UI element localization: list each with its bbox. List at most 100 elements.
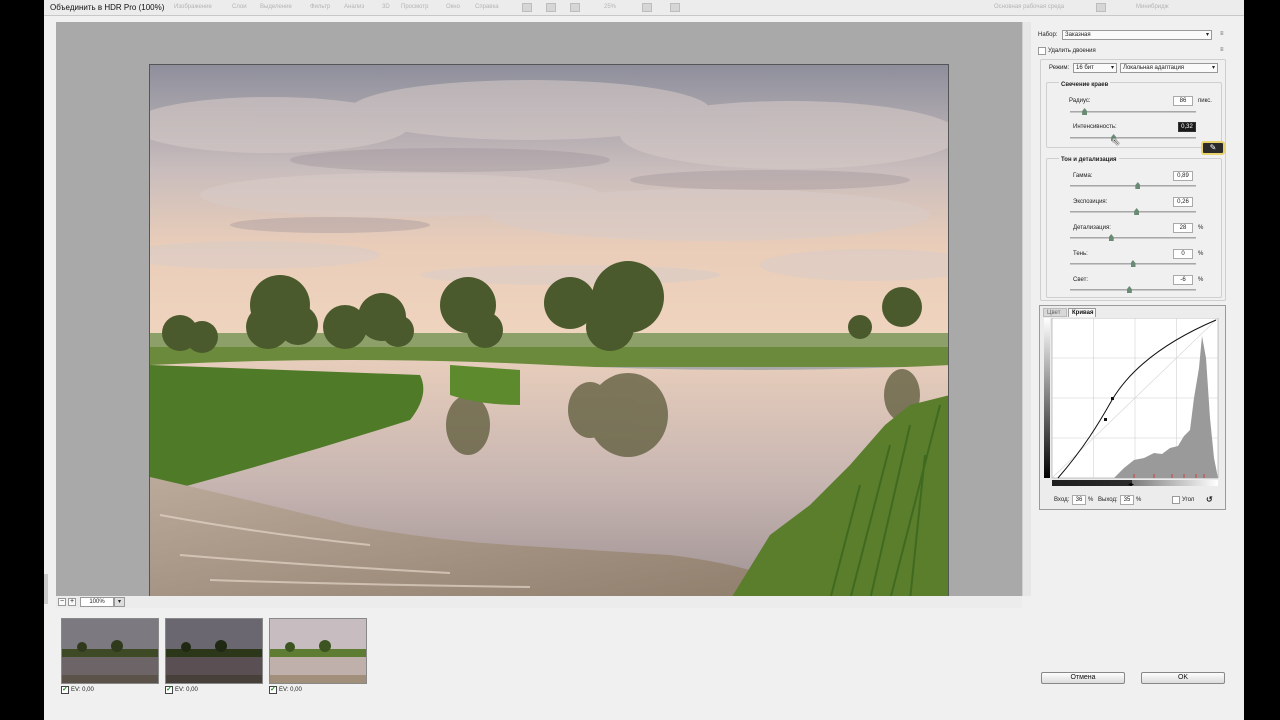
slider-track (1070, 237, 1196, 239)
gamma-slider[interactable] (1070, 182, 1196, 189)
curve-input-label: Вход: (1054, 497, 1070, 503)
ev-label: EV: 0,00 (71, 687, 94, 693)
curve-graph[interactable]: ◂▸ (1044, 318, 1222, 488)
detail-label: Детализация: (1073, 225, 1111, 231)
exposure-slider[interactable] (1070, 208, 1196, 215)
curve-output-label: Выход: (1098, 497, 1118, 503)
ev-label: EV: 0,00 (279, 687, 302, 693)
preview-vertical-scrollbar[interactable] (1022, 22, 1031, 596)
shadow-field[interactable]: 0 (1173, 249, 1193, 259)
options-menu-icon[interactable]: ≡ (1220, 47, 1224, 53)
tab-color[interactable]: Цвет (1043, 308, 1067, 317)
ev-row: ✓ EV: 0,00 (165, 686, 198, 694)
zoom-out-button[interactable]: − (58, 598, 66, 606)
curve-input-unit: % (1088, 497, 1094, 503)
shadow-slider[interactable] (1070, 260, 1196, 267)
curve-panel: Цвет Кривая ◂▸ Вход: 36 % Выход: 35 % Уг… (1039, 305, 1226, 510)
preview-area[interactable] (56, 22, 1022, 599)
thumbnail-image (166, 619, 262, 683)
bg-workspace-label: Основная рабочая среда (994, 4, 1065, 10)
bg-toolbar-icon (570, 3, 580, 12)
slider-knob[interactable] (1130, 260, 1136, 267)
tab-curve[interactable]: Кривая (1068, 308, 1096, 317)
slider-knob[interactable] (1126, 286, 1132, 293)
bg-menu-layers: Слои (232, 4, 247, 10)
ev-label: EV: 0,00 (175, 687, 198, 693)
ok-button[interactable]: OK (1141, 672, 1225, 684)
strength-label: Интенсивность: (1073, 124, 1117, 130)
bg-menu-image: Изображение (174, 4, 212, 10)
use-image-checkbox[interactable]: ✓ (269, 686, 277, 694)
slider-knob[interactable] (1135, 182, 1141, 189)
source-thumbnail[interactable] (269, 618, 367, 684)
edit-pencil-icon[interactable]: ✎ (1201, 141, 1225, 155)
gamma-field[interactable]: 0,89 (1173, 171, 1193, 181)
slider-track (1070, 289, 1196, 291)
reset-curve-icon[interactable]: ↺ (1206, 495, 1213, 504)
bg-menu-3d: 3D (382, 4, 390, 10)
radius-field[interactable]: 86 (1173, 96, 1193, 106)
method-select[interactable]: Локальная адаптация ▾ (1120, 63, 1218, 73)
preset-menu-icon[interactable]: ≡ (1220, 31, 1224, 37)
highlight-unit: % (1198, 277, 1204, 283)
bg-menu-view: Просмотр (401, 4, 429, 10)
chevron-down-icon: ▾ (1211, 65, 1215, 71)
strength-field[interactable]: 0,32 (1178, 122, 1196, 132)
zoom-dropdown[interactable]: ▾ (114, 597, 125, 607)
source-thumbnail[interactable] (61, 618, 159, 684)
hdr-pro-dialog: Объединить в HDR Pro (100%) Изображение … (44, 0, 1244, 720)
mode-label: Режим: (1049, 65, 1070, 71)
use-image-checkbox[interactable]: ✓ (165, 686, 173, 694)
shadow-unit: % (1198, 251, 1204, 257)
zoom-bar: − + 100% ▾ (56, 596, 1022, 608)
ev-row: ✓ EV: 0,00 (269, 686, 302, 694)
bg-toolbar-icon (522, 3, 532, 12)
source-thumbnail[interactable] (165, 618, 263, 684)
method-value: Локальная адаптация (1123, 65, 1185, 71)
preset-label: Набор: (1038, 32, 1058, 38)
bg-toolbar-icon (642, 3, 652, 12)
title-bar: Объединить в HDR Pro (100%) Изображение … (44, 0, 1244, 16)
strength-slider[interactable] (1070, 134, 1196, 141)
bg-workspace-icon (1096, 3, 1106, 12)
exposure-field[interactable]: 0,26 (1173, 197, 1193, 207)
slider-track (1070, 211, 1196, 213)
preset-select[interactable]: Заказная ▾ (1062, 30, 1212, 40)
radius-unit: пикс. (1198, 98, 1212, 104)
radius-slider[interactable] (1070, 108, 1196, 115)
thumbnail-image (270, 619, 366, 683)
curve-output-field[interactable]: 35 (1120, 495, 1134, 505)
highlight-slider[interactable] (1070, 286, 1196, 293)
remove-ghosts-label: Удалить двоения (1048, 48, 1096, 54)
highlight-field[interactable]: -6 (1173, 275, 1193, 285)
slider-knob[interactable] (1082, 108, 1088, 115)
curve-input-field[interactable]: 36 (1072, 495, 1086, 505)
source-filmstrip: ✓ EV: 0,00 ✓ EV: 0,00 ✓ EV: 0,00 (56, 610, 1022, 700)
cancel-button[interactable]: Отмена (1041, 672, 1125, 684)
preset-value: Заказная (1065, 32, 1091, 38)
gamma-label: Гамма: (1073, 173, 1093, 179)
landscape-photo (150, 65, 948, 598)
bg-search-field: Минибридж (1136, 4, 1169, 10)
bg-toolbar-icon (546, 3, 556, 12)
edge-glow-heading: Свечение краев (1059, 82, 1111, 88)
slider-track (1070, 137, 1196, 139)
corner-checkbox[interactable]: ✓ (1172, 496, 1180, 504)
bg-zoom-level: 25% (604, 4, 617, 10)
remove-ghosts-checkbox[interactable]: ✓ (1038, 47, 1046, 55)
chevron-down-icon: ▾ (1205, 32, 1209, 38)
use-image-checkbox[interactable]: ✓ (61, 686, 69, 694)
corner-label: Угол (1182, 497, 1195, 503)
zoom-in-button[interactable]: + (68, 598, 76, 606)
detail-field[interactable]: 28 (1173, 223, 1193, 233)
bg-menu-filter: Фильтр (310, 4, 331, 10)
slider-knob[interactable] (1108, 234, 1114, 241)
zoom-field[interactable]: 100% (80, 597, 114, 607)
slider-track (1070, 111, 1196, 113)
window-edge-handle (44, 574, 48, 604)
slider-knob[interactable] (1134, 208, 1140, 215)
slider-track (1070, 185, 1196, 187)
detail-slider[interactable] (1070, 234, 1196, 241)
bit-depth-select[interactable]: 16 бит ▾ (1073, 63, 1117, 73)
bg-menu-window: Окно (446, 4, 460, 10)
